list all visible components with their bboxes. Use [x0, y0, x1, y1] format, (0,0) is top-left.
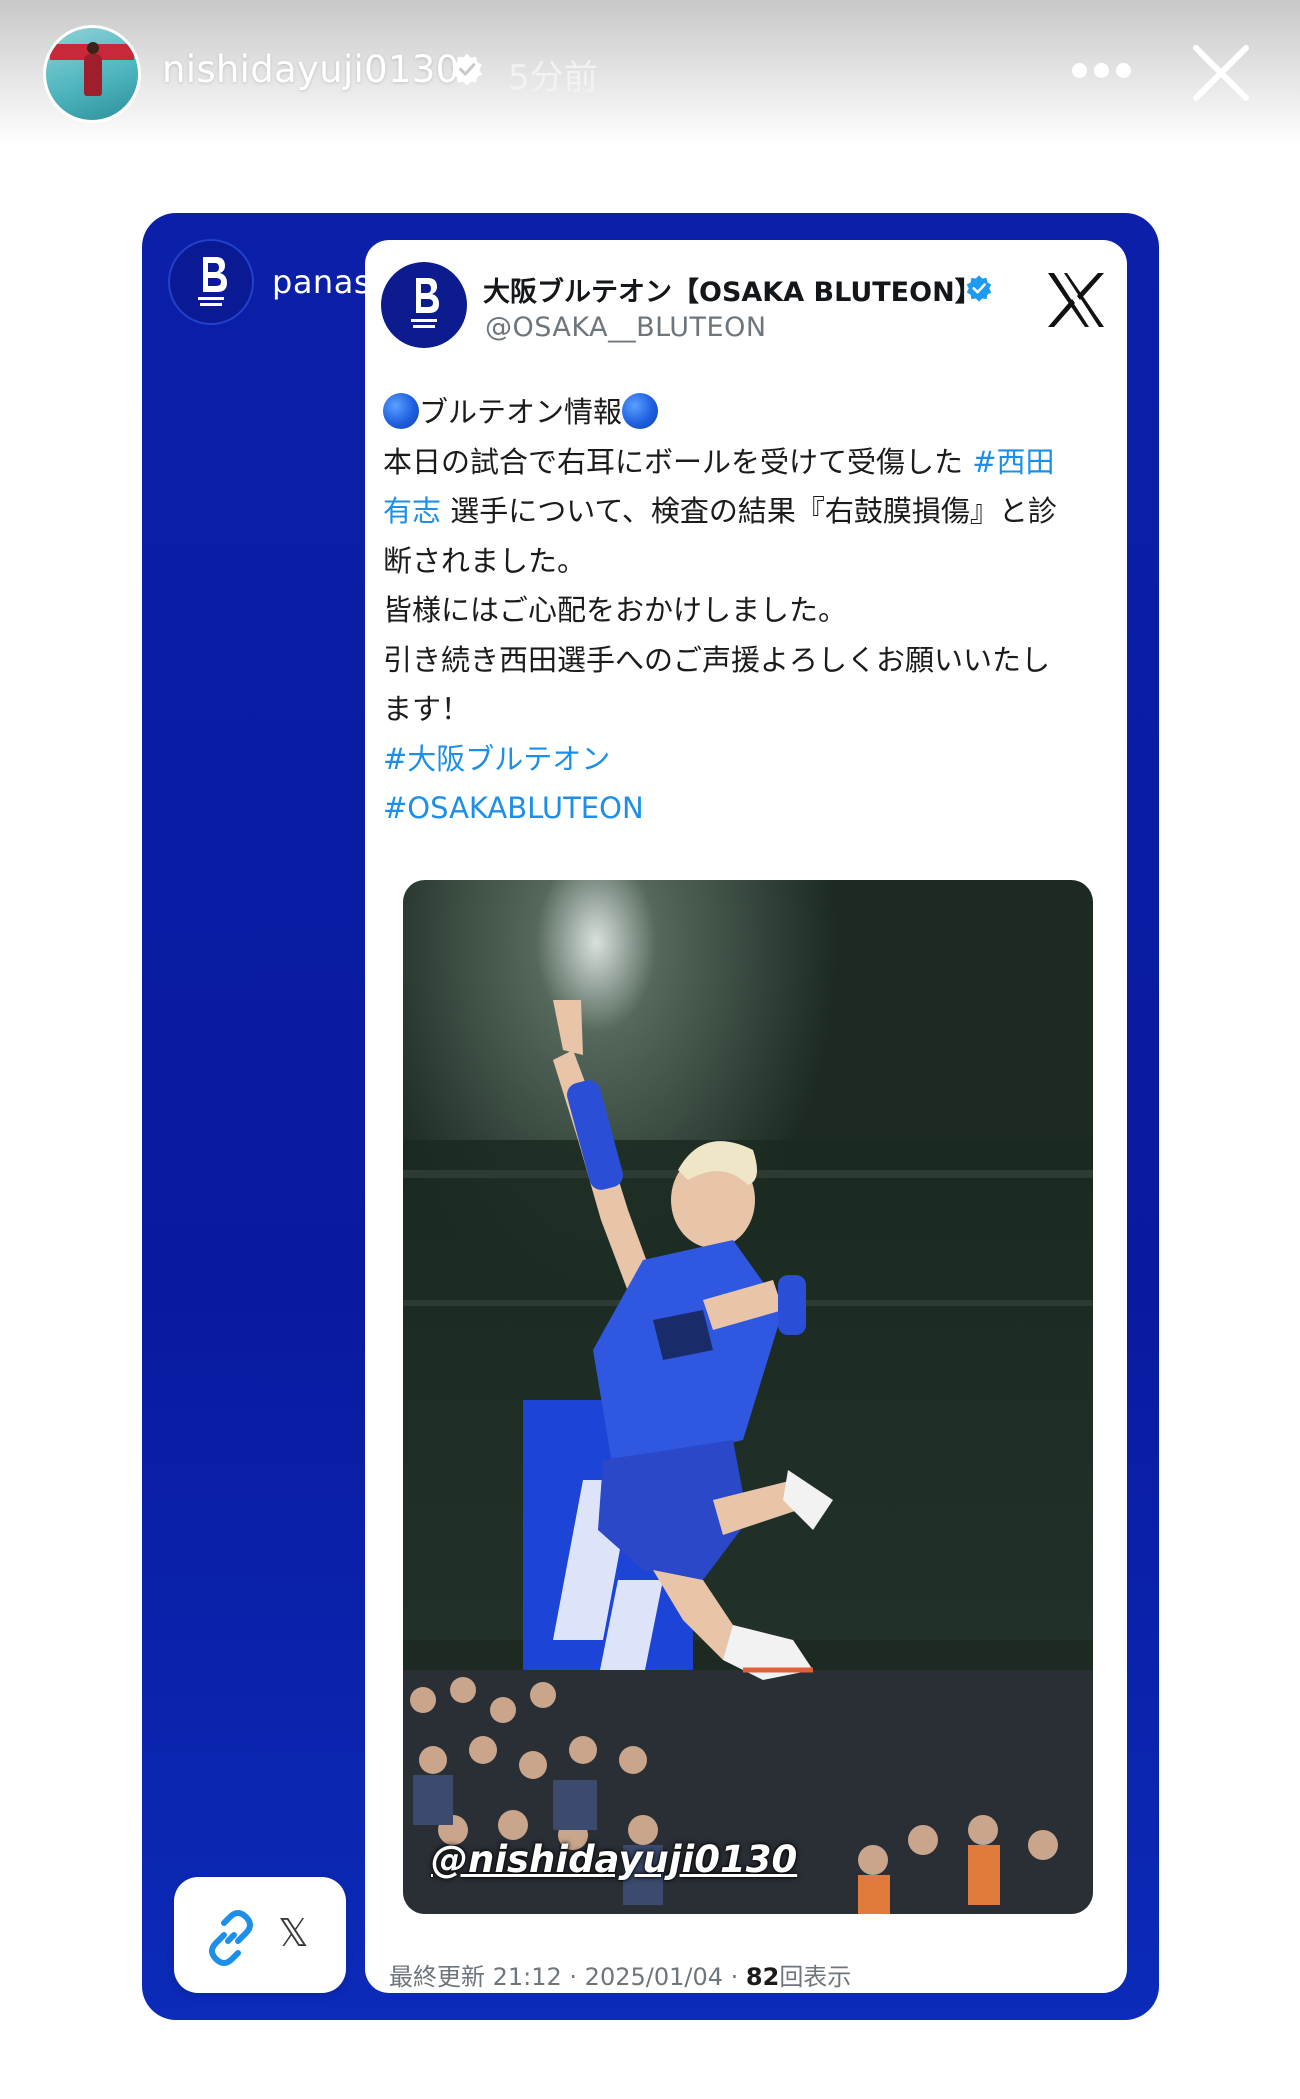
close-icon[interactable] — [1188, 40, 1254, 106]
hashtag-line: #大阪ブルテオン — [383, 735, 1113, 785]
more-icon[interactable] — [1072, 58, 1134, 84]
avatar-player — [84, 54, 102, 96]
tweet-handle[interactable]: @OSAKA__BLUTEON — [485, 312, 767, 343]
hashtag-link[interactable]: #OSAKABLUTEON — [383, 791, 644, 825]
link-sticker[interactable]: 𝕏 — [174, 1877, 346, 1993]
username[interactable]: nishidayuji0130 — [162, 48, 459, 91]
tweet-card[interactable]: 大阪ブルテオン【OSAKA BLUTEON】 @OSAKA__BLUTEON ブ… — [365, 240, 1127, 1993]
tweet-line: 断されました。 — [383, 543, 587, 578]
x-logo-icon[interactable] — [1045, 270, 1107, 330]
avatar-player-head — [87, 42, 99, 54]
blue-circle-icon — [622, 393, 659, 429]
hashtag-link[interactable]: #西田 — [972, 445, 1054, 479]
tweet-line: 有志 選手について、検査の結果『右鼓膜損傷』と診 — [383, 487, 1113, 537]
tweet-meta: 最終更新 21:12 · 2025/01/04 · 82回表示 — [389, 1957, 851, 1992]
hashtag-line: #OSAKABLUTEON — [383, 784, 1113, 834]
tweet-text: 本日の試合で右耳にボールを受けて受傷した — [383, 444, 973, 479]
tweet-display-name[interactable]: 大阪ブルテオン【OSAKA BLUTEON】 — [483, 270, 982, 309]
link-icon — [209, 1910, 253, 1966]
link-sticker-label: 𝕏 — [278, 1911, 309, 1955]
avatar[interactable] — [46, 28, 138, 120]
hashtag-link[interactable]: #大阪ブルテオン — [383, 742, 610, 776]
tweet-title-line: ブルテオン情報 — [383, 388, 1113, 438]
team-avatar[interactable] — [168, 239, 254, 325]
shared-post-card[interactable]: panasonic_panthers 大阪ブルテオン【OSAKA BLUTEON… — [142, 213, 1159, 2020]
volleyball-player-photo — [403, 880, 1093, 1914]
story-header: nishidayuji0130 5分前 — [0, 0, 1300, 145]
tweet-line: 引き続き西田選手へのご声援よろしくお願いいたし — [383, 642, 1051, 677]
tweet-text: 選手について、検査の結果『右鼓膜損傷』と診 — [441, 494, 1057, 528]
tweet-views-label: 回表示 — [779, 1963, 852, 1991]
tweet-views-count: 82 — [745, 1963, 780, 1991]
tweet-line: ます！ — [383, 692, 471, 726]
tweet-timestamp: 最終更新 21:12 · 2025/01/04 · — [389, 1963, 746, 1991]
team-logo-icon — [198, 257, 227, 306]
tweet-photo[interactable]: @nishidayuji0130 — [403, 880, 1093, 1914]
tweet-body: ブルテオン情報 本日の試合で右耳にボールを受けて受傷した #西田 有志 選手につ… — [383, 388, 1113, 834]
tweet-line: 皆様にはご心配をおかけしました。 — [383, 593, 848, 627]
time-ago: 5分前 — [508, 58, 598, 98]
hashtag-link[interactable]: 有志 — [383, 494, 441, 528]
tweet-line: 本日の試合で右耳にボールを受けて受傷した #西田 — [383, 438, 1113, 488]
verified-icon — [966, 275, 992, 302]
verified-icon — [452, 53, 482, 86]
blue-circle-icon — [383, 393, 419, 429]
tweet-title: ブルテオン情報 — [419, 395, 623, 429]
photo-credit[interactable]: @nishidayuji0130 — [431, 1838, 797, 1881]
tweet-avatar[interactable] — [381, 262, 467, 348]
team-logo-icon — [411, 278, 439, 328]
